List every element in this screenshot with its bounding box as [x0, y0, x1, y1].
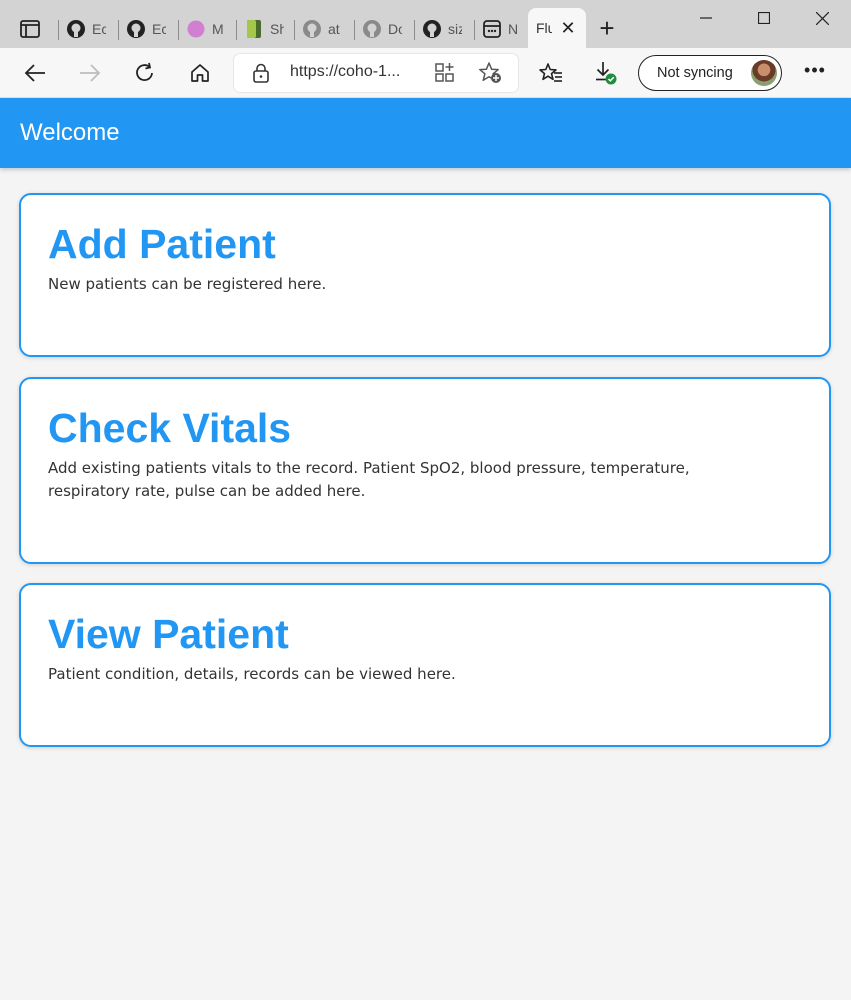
maximize-icon	[758, 12, 770, 24]
tab-separator	[236, 20, 237, 40]
minimize-button[interactable]	[686, 4, 726, 32]
card-description: Add existing patients vitals to the reco…	[48, 459, 690, 500]
new-tab-button[interactable]: +	[592, 14, 622, 44]
forward-button[interactable]	[74, 58, 106, 88]
tab-separator	[118, 20, 119, 40]
tab-separator	[58, 20, 59, 40]
tab-strip: Ec Ec M Sh at Do siz N Flu ✕ +	[0, 0, 851, 48]
page-title: Welcome	[20, 119, 120, 146]
browser-tab-active[interactable]: Flu ✕	[528, 8, 586, 48]
tab-separator	[294, 20, 295, 40]
card-description: Patient condition, details, records can …	[48, 665, 456, 683]
tab-title: Sh	[270, 21, 284, 37]
tab-title: Do	[388, 21, 402, 37]
tab-title: Ec	[152, 21, 166, 37]
github-icon	[126, 19, 146, 39]
downloads-button[interactable]	[590, 58, 622, 88]
card-description: New patients can be registered here.	[48, 275, 327, 293]
pink-circle-icon	[186, 19, 206, 39]
home-button[interactable]	[184, 58, 216, 88]
app-available-icon[interactable]	[434, 62, 456, 84]
tab-separator	[474, 20, 475, 40]
tab-title: siz	[448, 21, 462, 37]
browser-tab[interactable]: M	[178, 14, 236, 44]
favorites-button[interactable]	[535, 58, 567, 88]
refresh-icon	[136, 62, 153, 81]
close-icon	[815, 11, 829, 25]
close-window-button[interactable]	[802, 4, 842, 32]
tab-separator	[414, 20, 415, 40]
download-icon	[596, 62, 617, 85]
browser-tab[interactable]: Sh	[236, 14, 294, 44]
more-options-icon[interactable]: •••	[800, 60, 830, 86]
home-icon	[191, 64, 209, 82]
tab-title: Ec	[92, 21, 106, 37]
forward-arrow-icon	[80, 64, 101, 82]
refresh-button[interactable]	[129, 58, 161, 88]
close-tab-icon[interactable]: ✕	[558, 18, 578, 38]
tab-actions-button[interactable]	[12, 14, 48, 44]
maximize-button[interactable]	[744, 4, 784, 32]
lock-icon	[253, 63, 269, 83]
tab-separator	[178, 20, 179, 40]
back-arrow-icon	[24, 64, 45, 82]
tab-title: N	[508, 21, 519, 37]
check-vitals-card[interactable]: Check Vitals Add existing patients vital…	[19, 377, 831, 564]
minimize-icon	[700, 17, 712, 19]
github-icon	[302, 19, 322, 39]
tab-title: Flu	[536, 20, 552, 36]
favorites-icon	[539, 63, 562, 82]
browser-toolbar: https://coho-1... Not syncing •••	[0, 48, 851, 98]
back-button[interactable]	[19, 58, 51, 88]
address-bar[interactable]: https://coho-1...	[234, 54, 518, 92]
view-patient-card[interactable]: View Patient Patient condition, details,…	[19, 583, 831, 747]
github-icon	[362, 19, 382, 39]
tab-actions-icon	[20, 20, 40, 38]
add-patient-card[interactable]: Add Patient New patients can be register…	[19, 193, 831, 357]
github-icon	[66, 19, 86, 39]
profile-sync-button[interactable]: Not syncing	[638, 55, 782, 91]
tab-separator	[354, 20, 355, 40]
browser-tab[interactable]: at	[294, 14, 354, 44]
card-title: Check Vitals	[48, 405, 292, 451]
github-icon	[422, 19, 442, 39]
app-window-icon	[482, 19, 502, 39]
browser-tab[interactable]: Ec	[118, 14, 178, 44]
tab-title: at	[328, 21, 340, 37]
url-text[interactable]: https://coho-1...	[290, 63, 400, 81]
browser-tab[interactable]: siz	[414, 14, 474, 44]
sync-status-label: Not syncing	[657, 65, 733, 81]
browser-tab[interactable]: Do	[354, 14, 414, 44]
add-favorite-icon[interactable]	[478, 62, 502, 84]
browser-tab[interactable]: N	[474, 14, 528, 44]
card-title: Add Patient	[48, 221, 276, 267]
card-title: View Patient	[48, 611, 289, 657]
avatar	[751, 60, 777, 86]
green-book-icon	[244, 19, 264, 39]
tab-title: M	[212, 21, 224, 37]
browser-tab[interactable]: Ec	[58, 14, 118, 44]
app-bar: Welcome	[0, 98, 851, 168]
